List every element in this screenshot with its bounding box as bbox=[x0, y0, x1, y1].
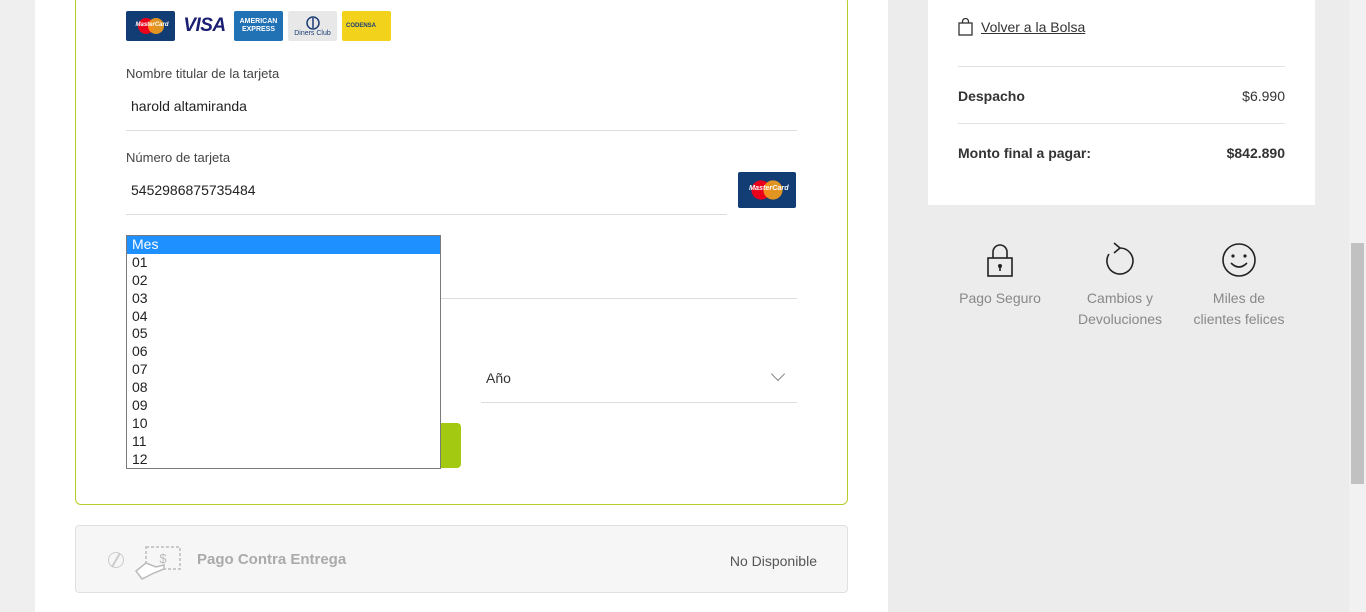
refresh-icon bbox=[1106, 242, 1134, 275]
card-number-label: Número de tarjeta bbox=[126, 150, 231, 165]
cardholder-input[interactable]: harold altamiranda bbox=[131, 98, 247, 114]
unavailable-icon bbox=[108, 552, 124, 568]
summary-divider bbox=[958, 123, 1285, 124]
total-label: Monto final a pagar: bbox=[958, 145, 1091, 161]
chevron-down-icon bbox=[770, 366, 786, 382]
summary-divider bbox=[958, 66, 1285, 67]
shipping-row: Despacho $6.990 bbox=[958, 88, 1285, 104]
card-number-underline bbox=[126, 214, 727, 215]
visa-logo: VISA bbox=[180, 11, 229, 41]
month-option[interactable]: 04 bbox=[127, 308, 440, 326]
scrollbar-thumb[interactable] bbox=[1351, 243, 1364, 484]
month-option[interactable]: 08 bbox=[127, 379, 440, 397]
month-option[interactable]: 02 bbox=[127, 272, 440, 290]
month-option[interactable]: 07 bbox=[127, 361, 440, 379]
cash-on-delivery-option[interactable]: $ Pago Contra Entrega No Disponible bbox=[75, 525, 848, 593]
feature-returns: Cambios y Devoluciones bbox=[1070, 242, 1170, 330]
year-select[interactable]: Año bbox=[481, 365, 797, 403]
field-underline bbox=[441, 298, 797, 299]
back-link-text: Volver a la Bolsa bbox=[981, 19, 1086, 35]
month-option[interactable]: 01 bbox=[127, 254, 440, 272]
card-brand-logos: MasterCard VISA AMERICAN EXPRESS Diners … bbox=[126, 11, 391, 41]
shipping-label: Despacho bbox=[958, 88, 1025, 104]
shopping-bag-icon bbox=[958, 18, 973, 36]
svg-text:$: $ bbox=[159, 551, 167, 566]
month-option[interactable]: 03 bbox=[127, 290, 440, 308]
year-select-value: Año bbox=[486, 370, 511, 386]
month-option[interactable]: Mes bbox=[127, 236, 440, 254]
cod-status: No Disponible bbox=[729, 553, 817, 569]
cardholder-label: Nombre titular de la tarjeta bbox=[126, 66, 280, 81]
total-row: Monto final a pagar: $842.890 bbox=[958, 145, 1285, 161]
smiley-icon bbox=[1222, 243, 1256, 277]
month-option[interactable]: 11 bbox=[127, 433, 440, 451]
month-dropdown-list[interactable]: Mes 01 02 03 04 05 06 07 08 09 10 11 12 bbox=[126, 235, 441, 469]
month-option[interactable]: 06 bbox=[127, 343, 440, 361]
cardholder-underline bbox=[126, 130, 797, 131]
month-option[interactable]: 09 bbox=[127, 397, 440, 415]
back-to-bag-link[interactable]: Volver a la Bolsa bbox=[958, 18, 1085, 36]
mastercard-logo: MasterCard bbox=[126, 11, 175, 41]
diners-club-logo: Diners Club bbox=[288, 11, 337, 41]
month-option[interactable]: 10 bbox=[127, 415, 440, 433]
cash-hand-icon: $ bbox=[134, 546, 181, 580]
amex-logo: AMERICAN EXPRESS bbox=[234, 11, 283, 41]
lock-icon bbox=[987, 244, 1013, 277]
feature-happy-clients: Miles de clientes felices bbox=[1184, 242, 1294, 330]
codensa-logo: CODENSA bbox=[342, 11, 391, 41]
feature-secure-payment: Pago Seguro bbox=[950, 242, 1050, 309]
detected-mastercard-icon: MasterCard bbox=[738, 172, 796, 208]
cod-title: Pago Contra Entrega bbox=[197, 551, 347, 568]
card-number-input[interactable]: 5452986875735484 bbox=[131, 182, 256, 198]
shipping-value: $6.990 bbox=[1242, 88, 1285, 104]
total-value: $842.890 bbox=[1226, 145, 1285, 161]
month-option[interactable]: 05 bbox=[127, 325, 440, 343]
month-option[interactable]: 12 bbox=[127, 451, 440, 469]
